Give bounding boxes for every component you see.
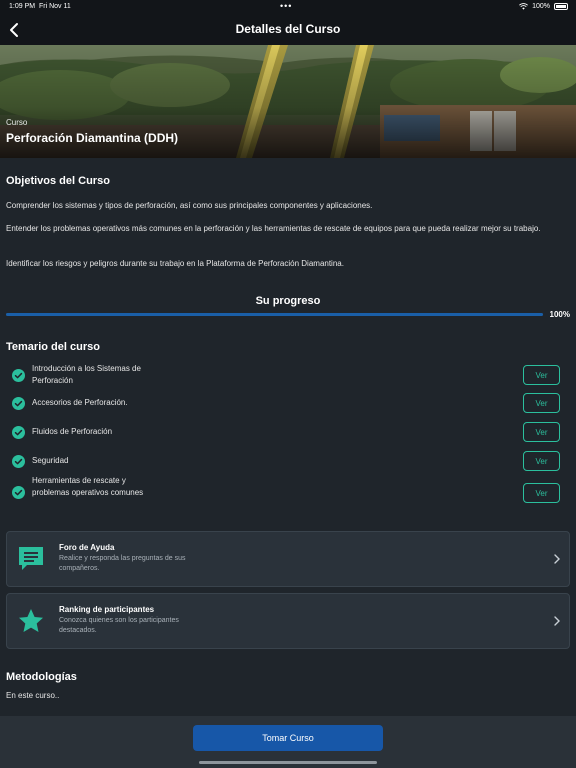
progress-value: 100% [549,310,570,319]
forum-card-title: Foro de Ayuda [59,543,115,552]
ranking-card-subtitle: Conozca quienes son los participantes de… [59,617,179,634]
syllabus-item-label: Introducción a los Sistemas de Perforaci… [32,364,141,385]
check-circle-icon [12,369,25,382]
ranking-card[interactable]: Ranking de participantes Conozca quienes… [6,593,570,649]
methodology-text: En este curso.. [6,691,60,700]
forum-card-subtitle: Realice y responda las preguntas de sus … [59,555,186,572]
syllabus-item-label: Seguridad [32,456,69,465]
multitask-dots[interactable]: ••• [280,1,292,11]
check-circle-icon [12,426,25,439]
chevron-right-icon [554,554,560,564]
status-right: 100% [519,3,568,10]
wifi-icon [519,3,529,10]
objective-paragraph-2: Entender los problemas operativos más co… [6,224,541,233]
check-circle-icon [12,486,25,499]
star-icon [19,609,43,632]
battery-percent: 100% [532,3,550,10]
objective-paragraph-3: Identificar los riesgos y peligros duran… [6,259,344,268]
page-title: Detalles del Curso [235,22,341,36]
view-topic-button[interactable]: Ver [523,451,560,471]
forum-card[interactable]: Foro de Ayuda Realice y responda las pre… [6,531,570,587]
chat-bubble-icon [19,547,43,570]
check-circle-icon [12,455,25,468]
view-topic-button[interactable]: Ver [523,393,560,413]
syllabus-title: Temario del curso [6,341,100,353]
battery-icon [554,3,568,10]
objectives-title: Objetivos del Curso [6,175,110,187]
view-topic-button[interactable]: Ver [523,483,560,503]
progress-label: Su progreso [255,295,321,307]
hero-kicker: Curso [6,118,28,127]
take-course-button[interactable]: Tomar Curso [193,725,383,751]
objective-paragraph-1: Comprender los sistemas y tipos de perfo… [6,201,373,210]
syllabus-item-label: Accesorios de Perforación. [32,398,128,407]
progress-bar [6,313,543,316]
ranking-card-title: Ranking de participantes [59,605,155,614]
bottom-action-bar: Tomar Curso [0,716,576,768]
status-bar: 1:09 PM Fri Nov 11 ••• 100% [0,0,576,14]
status-time: 1:09 PM Fri Nov 11 [9,3,71,10]
progress-fill [6,313,543,316]
navigation-bar: Detalles del Curso [0,14,576,45]
methodology-title: Metodologías [6,671,77,683]
course-title: Perforación Diamantina (DDH) [6,131,179,145]
home-indicator[interactable] [199,761,377,764]
syllabus-item-label: Fluidos de Perforación [32,427,113,436]
check-circle-icon [12,397,25,410]
syllabus-item-label: Herramientas de rescate y problemas oper… [32,476,144,497]
view-topic-button[interactable]: Ver [523,422,560,442]
view-topic-button[interactable]: Ver [523,365,560,385]
course-hero: Curso Perforación Diamantina (DDH) [0,45,576,158]
chevron-right-icon [554,616,560,626]
